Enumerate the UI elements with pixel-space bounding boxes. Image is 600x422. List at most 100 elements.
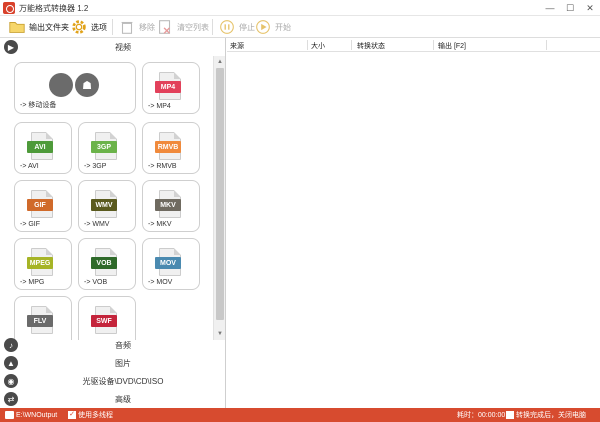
- category-image-label: 图片: [115, 359, 131, 368]
- scrollbar-thumb[interactable]: [216, 68, 224, 320]
- format-label: -> MPG: [20, 279, 45, 286]
- gif-file-icon: GIF: [27, 190, 57, 218]
- app-logo-icon: [3, 2, 15, 14]
- status-bar: E:\WNOutput ✓ 使用多线程 耗时：00:00:00 转换完成后，关闭…: [0, 408, 600, 422]
- android-icon: ☗: [75, 73, 99, 97]
- options-label: 选项: [91, 22, 107, 32]
- elapsed-time-text: 耗时：00:00:00: [457, 412, 506, 419]
- clear-list-button[interactable]: 清空列表: [156, 16, 209, 38]
- checkbox-unchecked-icon: [506, 411, 514, 419]
- minimize-icon[interactable]: —: [540, 0, 560, 16]
- options-button[interactable]: 选项: [70, 16, 107, 38]
- list-header: 来源 大小 转换状态 输出 [F2]: [227, 38, 600, 52]
- category-advanced[interactable]: ⇄ 高级: [0, 390, 226, 408]
- format-tile-flv[interactable]: FLV: [14, 296, 72, 340]
- toolbar: 输出文件夹 选项 移除 清空列表 停止 开始: [0, 16, 600, 38]
- format-label: -> MOV: [148, 279, 173, 286]
- column-source[interactable]: 来源: [230, 41, 244, 51]
- format-grid: ☗ -> 移动设备 MP4 -> MP4 AVI -> AVI 3GP -> 3…: [0, 56, 212, 340]
- format-label: -> MP4: [148, 103, 171, 110]
- mkv-file-icon: MKV: [155, 190, 185, 218]
- remove-button[interactable]: 移除: [118, 16, 155, 38]
- column-status[interactable]: 转换状态: [357, 41, 385, 51]
- format-tile-mobile[interactable]: ☗ -> 移动设备: [14, 62, 136, 114]
- column-divider: [351, 40, 352, 50]
- app-title: 万能格式转换器 1.2: [19, 4, 89, 13]
- format-label: -> MKV: [148, 221, 172, 228]
- format-tile-wmv[interactable]: WMV -> WMV: [78, 180, 136, 232]
- vob-file-icon: VOB: [91, 248, 121, 276]
- format-tile-swf[interactable]: SWF: [78, 296, 136, 340]
- mp4-file-icon: MP4: [155, 72, 185, 100]
- mov-file-icon: MOV: [155, 248, 185, 276]
- column-size[interactable]: 大小: [311, 41, 325, 51]
- wmv-file-icon: WMV: [91, 190, 121, 218]
- trash-icon: [121, 21, 133, 34]
- video-play-icon: ▶: [4, 40, 18, 54]
- format-label: -> WMV: [84, 221, 110, 228]
- column-divider: [433, 40, 434, 50]
- category-video[interactable]: ▶ 视频: [0, 38, 226, 56]
- elapsed-time: 耗时：00:00:00: [457, 410, 505, 420]
- folder-icon: [9, 22, 25, 33]
- format-tile-3gp[interactable]: 3GP -> 3GP: [78, 122, 136, 174]
- output-folder-label: 输出文件夹: [29, 22, 69, 32]
- flv-file-icon: FLV: [27, 306, 57, 334]
- scroll-up-icon[interactable]: ▲: [216, 58, 224, 66]
- format-tile-mpg[interactable]: MPEG -> MPG: [14, 238, 72, 290]
- column-divider: [546, 40, 547, 50]
- format-tile-vob[interactable]: VOB -> VOB: [78, 238, 136, 290]
- title-bar: 万能格式转换器 1.2 — ☐ ✕: [0, 0, 600, 16]
- format-tile-avi[interactable]: AVI -> AVI: [14, 122, 72, 174]
- category-video-label: 视频: [115, 43, 131, 52]
- pause-icon: [220, 20, 234, 34]
- category-image[interactable]: ▲ 图片: [0, 354, 226, 372]
- category-advanced-label: 高级: [115, 395, 131, 404]
- mobile-device-icons: ☗: [49, 73, 99, 97]
- format-tile-mkv[interactable]: MKV -> MKV: [142, 180, 200, 232]
- toolbar-divider: [212, 19, 213, 35]
- format-scrollbar[interactable]: ▲ ▼: [213, 56, 225, 340]
- output-path-text: E:\WNOutput: [16, 411, 58, 419]
- format-tile-rmvb[interactable]: RMVB -> RMVB: [142, 122, 200, 174]
- picture-icon: ▲: [4, 356, 18, 370]
- shutdown-checkbox[interactable]: 转换完成后，关闭电脑: [506, 410, 586, 420]
- swf-file-icon: SWF: [91, 306, 121, 334]
- column-output[interactable]: 输出 [F2]: [438, 41, 466, 51]
- category-audio[interactable]: ♪ 音频: [0, 336, 226, 354]
- file-list[interactable]: 来源 大小 转换状态 输出 [F2]: [227, 38, 600, 408]
- maximize-icon[interactable]: ☐: [560, 0, 580, 16]
- format-label: -> AVI: [20, 163, 39, 170]
- remove-label: 移除: [139, 22, 155, 32]
- format-tile-gif[interactable]: GIF -> GIF: [14, 180, 72, 232]
- start-button[interactable]: 开始: [254, 16, 291, 38]
- checkbox-checked-icon: ✓: [68, 411, 76, 419]
- clear-list-label: 清空列表: [177, 22, 209, 32]
- category-panel: ▶ 视频 ☗ -> 移动设备 MP4 -> MP4 AVI -> AVI 3GP…: [0, 38, 226, 408]
- disc-icon: ◉: [4, 374, 18, 388]
- category-audio-label: 音频: [115, 341, 131, 350]
- category-disc-label: 光驱设备\DVD\CD\ISO: [82, 377, 164, 386]
- rmvb-file-icon: RMVB: [155, 132, 185, 160]
- mpeg-file-icon: MPEG: [27, 248, 57, 276]
- column-divider: [307, 40, 308, 50]
- toolbar-divider: [112, 19, 113, 35]
- format-tile-mp4[interactable]: MP4 -> MP4: [142, 62, 200, 114]
- format-label: -> 3GP: [84, 163, 107, 170]
- category-disc[interactable]: ◉ 光驱设备\DVD\CD\ISO: [0, 372, 226, 390]
- format-tile-mov[interactable]: MOV -> MOV: [142, 238, 200, 290]
- shutdown-label: 转换完成后，关闭电脑: [516, 412, 586, 419]
- music-note-icon: ♪: [4, 338, 18, 352]
- play-icon: [256, 20, 270, 34]
- close-icon[interactable]: ✕: [580, 0, 600, 16]
- stop-label: 停止: [239, 22, 255, 32]
- output-path[interactable]: E:\WNOutput: [5, 410, 57, 420]
- multithread-checkbox[interactable]: ✓ 使用多线程: [68, 410, 113, 420]
- swap-arrows-icon: ⇄: [4, 392, 18, 406]
- 3gp-file-icon: 3GP: [91, 132, 121, 160]
- apple-icon: [49, 73, 73, 97]
- format-label: -> VOB: [84, 279, 108, 286]
- output-folder-button[interactable]: 输出文件夹: [8, 16, 69, 38]
- multithread-label: 使用多线程: [78, 412, 113, 419]
- stop-button[interactable]: 停止: [218, 16, 255, 38]
